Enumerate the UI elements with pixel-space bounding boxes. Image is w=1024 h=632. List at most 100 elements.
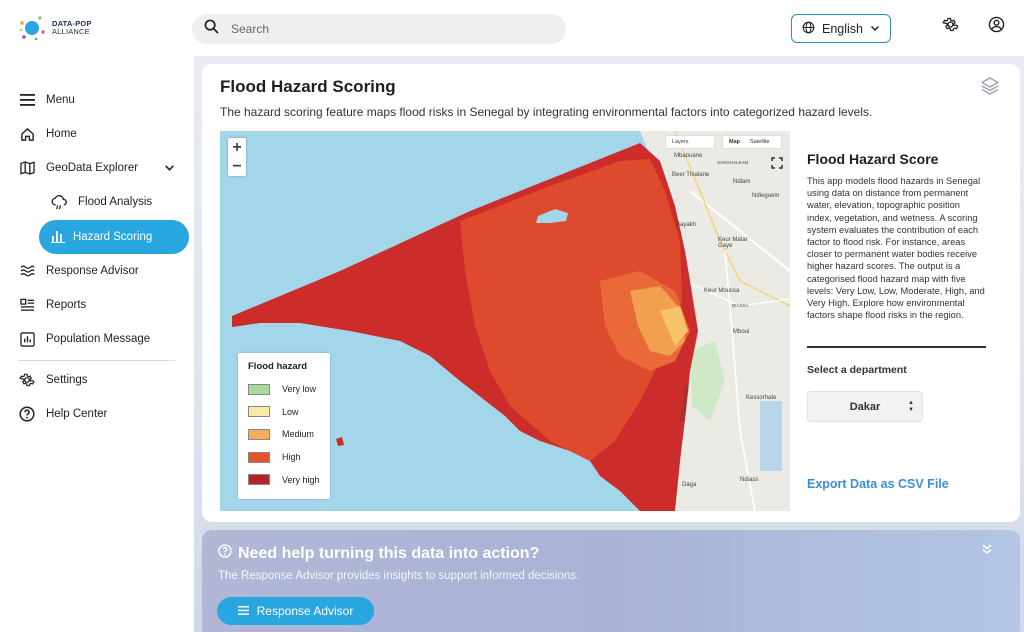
map-place-label: Ndieguem	[752, 193, 780, 199]
map-place-label: Kessorhate	[746, 395, 777, 401]
help-title: Need help turning this data into action?	[238, 544, 540, 562]
logo-mark-icon	[18, 14, 46, 42]
legend-label: Very high	[282, 474, 320, 485]
info-title: Flood Hazard Score	[807, 151, 939, 167]
info-divider	[807, 346, 986, 348]
map-place-label: SANGHALKAM	[717, 160, 749, 165]
language-select[interactable]: English	[791, 14, 891, 43]
hamburger-icon	[18, 91, 36, 109]
legend-item: Medium	[248, 423, 320, 446]
sidebar-item-flood-analysis[interactable]: Flood Analysis	[50, 187, 152, 217]
collapse-banner-button[interactable]	[981, 542, 993, 554]
sidebar-item-label: Flood Analysis	[78, 196, 153, 208]
map-place-label: DIASSA	[732, 303, 749, 308]
brand-logo[interactable]: DATA-POP ALLIANCE	[18, 14, 92, 42]
home-icon	[18, 125, 36, 143]
globe-icon	[802, 21, 815, 37]
zoom-in-button[interactable]: +	[232, 139, 241, 157]
department-value: Dakar	[849, 400, 881, 413]
zoom-control: + −	[228, 138, 246, 176]
sidebar-item-home[interactable]: Home	[18, 119, 77, 149]
legend-title: Flood hazard	[248, 361, 308, 372]
chevron-down-icon	[870, 22, 880, 36]
cloud-rain-icon	[50, 193, 68, 211]
fullscreen-icon	[771, 156, 783, 173]
department-select-label: Select a department	[807, 364, 907, 376]
map-type-satellite[interactable]: Satellite	[750, 139, 770, 145]
account-button[interactable]	[986, 16, 1006, 38]
page-subtitle: The hazard scoring feature maps flood ri…	[220, 105, 873, 119]
legend-swatch	[248, 406, 270, 418]
map-place-label: Mboul	[733, 329, 750, 335]
sidebar-item-label: Hazard Scoring	[73, 231, 153, 243]
sidebar-item-menu[interactable]: Menu	[18, 85, 75, 115]
search-input[interactable]	[231, 22, 531, 36]
sidebar-item-settings[interactable]: Settings	[18, 365, 88, 395]
legend-item: Very high	[248, 468, 320, 491]
brand-line2: ALLIANCE	[52, 27, 90, 36]
gear-icon	[18, 371, 36, 389]
report-list-icon	[18, 296, 36, 314]
map-type-map[interactable]: Map	[729, 139, 740, 145]
settings-gear-button[interactable]	[940, 17, 960, 37]
sidebar-item-response-advisor[interactable]: Response Advisor	[18, 256, 139, 286]
sidebar-item-label: Settings	[46, 374, 88, 386]
legend-item: High	[248, 446, 320, 469]
legend-item: Low	[248, 401, 320, 424]
help-subtitle: The Response Advisor provides insights t…	[218, 570, 580, 582]
search-icon	[204, 19, 219, 39]
map-place-label: Daga	[682, 482, 697, 488]
sidebar-item-label: Help Center	[46, 408, 108, 420]
response-advisor-button-label: Response Advisor	[256, 604, 354, 618]
map-place-label: Mbaouane	[674, 153, 703, 159]
department-select[interactable]: Dakar ▲ ▼	[807, 391, 923, 422]
map-place-label: Keur Matar Gaye	[718, 237, 748, 249]
map-place-label: Keur Moussa	[704, 288, 740, 294]
help-circle-icon	[18, 405, 36, 423]
chart-box-icon	[18, 330, 36, 348]
sidebar-item-reports[interactable]: Reports	[18, 290, 86, 320]
waves-icon	[18, 262, 36, 280]
user-circle-icon	[988, 16, 1005, 38]
response-advisor-button[interactable]: Response Advisor	[217, 597, 374, 625]
map-place-label: Ndiam	[733, 179, 751, 185]
help-circle-icon	[218, 544, 232, 563]
export-csv-link[interactable]: Export Data as CSV File	[807, 477, 949, 491]
legend-item: Very low	[248, 378, 320, 401]
sidebar-divider	[18, 360, 175, 361]
sidebar-item-hazard-scoring[interactable]: Hazard Scoring	[39, 220, 189, 254]
zoom-out-button[interactable]: −	[232, 158, 241, 176]
legend-swatch	[248, 451, 270, 463]
legend-label: Medium	[282, 429, 315, 440]
chevron-down-icon	[164, 162, 175, 176]
legend-swatch	[248, 474, 270, 486]
map-layers-control[interactable]: Layers	[666, 136, 714, 148]
info-description: This app models flood hazards in Senegal…	[807, 176, 985, 321]
language-label: English	[822, 21, 863, 36]
sidebar: Menu Home GeoData Explorer Flood Analysi…	[0, 56, 194, 632]
map-icon	[18, 159, 36, 177]
legend-swatch	[248, 383, 270, 395]
search-bar[interactable]	[192, 14, 566, 44]
sidebar-item-population-message[interactable]: Population Message	[18, 324, 150, 354]
select-arrows-icon: ▲ ▼	[908, 400, 914, 413]
map-layers-label: Layers	[672, 139, 689, 145]
sidebar-item-geodata-explorer[interactable]: GeoData Explorer	[18, 153, 178, 183]
map-place-label: Bayakh	[676, 222, 697, 228]
sidebar-item-label: Response Advisor	[46, 265, 139, 277]
layers-toggle-button[interactable]	[980, 76, 1002, 98]
sidebar-item-help-center[interactable]: Help Center	[18, 399, 107, 429]
flood-hazard-map[interactable]: + − Layers Map Satellite Mbaouane SANGHA…	[220, 131, 790, 511]
fullscreen-button[interactable]	[771, 156, 783, 169]
legend-label: Very low	[282, 384, 317, 395]
help-banner: Need help turning this data into action?…	[202, 530, 1020, 632]
layers-icon	[980, 77, 1000, 100]
bar-chart-icon	[51, 229, 65, 246]
gear-icon	[941, 16, 959, 38]
sidebar-item-label: Home	[46, 128, 77, 140]
info-panel: Flood Hazard Score This app models flood…	[807, 151, 987, 321]
legend-swatch	[248, 428, 270, 440]
top-bar: DATA-POP ALLIANCE English	[0, 0, 1024, 56]
list-icon	[237, 604, 249, 618]
page-title: Flood Hazard Scoring	[220, 77, 396, 96]
